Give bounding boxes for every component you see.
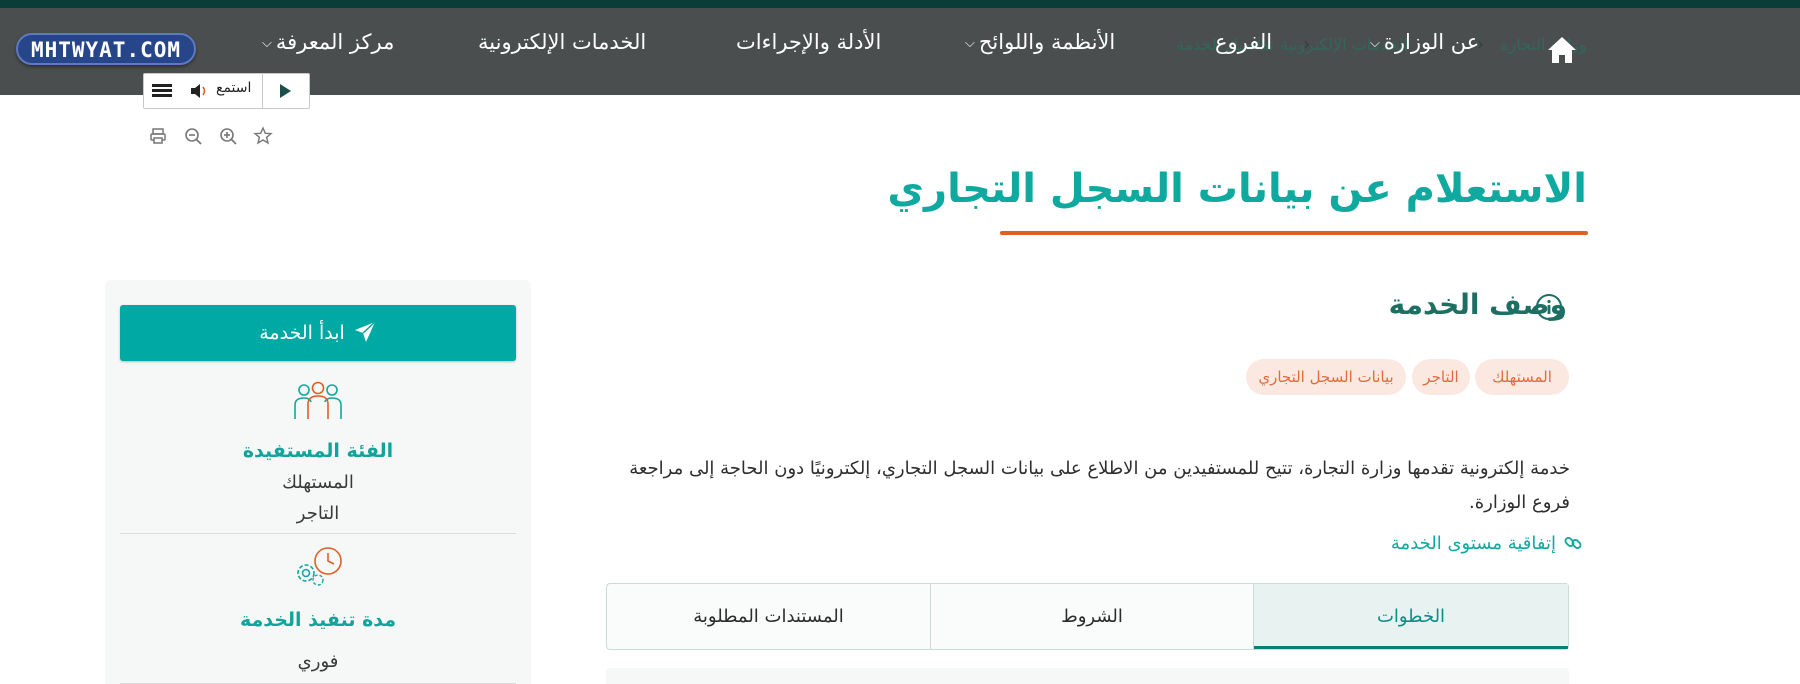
star-icon[interactable] xyxy=(253,126,273,146)
beneficiary-merchant: التاجر xyxy=(296,503,340,524)
chevron-down-icon: ⌵ xyxy=(1370,36,1380,51)
listen-button[interactable]: استمع xyxy=(216,80,251,96)
tab-steps[interactable]: الخطوات xyxy=(1254,584,1568,649)
nav-about-ministry-label: عن الوزارة xyxy=(1383,30,1480,54)
nav-branches[interactable]: الفروع xyxy=(1215,30,1272,54)
nav-branches-label: الفروع xyxy=(1215,30,1273,54)
nav-regulations[interactable]: الأنظمة واللوائح⌵ xyxy=(965,30,1115,54)
nav-knowledge-center[interactable]: مركز المعرفة⌵ xyxy=(262,30,394,54)
beneficiary-consumer: المستهلك xyxy=(282,472,354,493)
top-accent-line xyxy=(0,0,1800,8)
tab-divider xyxy=(930,584,931,649)
zoom-out-icon[interactable] xyxy=(183,126,203,146)
service-description-text: خدمة إلكترونية تقدمها وزارة التجارة، تتي… xyxy=(629,458,1570,513)
site-logo[interactable]: MHTWYAT.COM xyxy=(16,33,196,65)
title-underline xyxy=(1000,231,1588,235)
chevron-down-icon: ⌵ xyxy=(262,36,272,51)
link-icon xyxy=(1564,537,1582,549)
tag-merchant: التاجر xyxy=(1412,359,1470,395)
tab-required-documents[interactable]: المستندات المطلوبة xyxy=(607,584,930,649)
time-gear-icon xyxy=(297,547,342,586)
nav-eservices-label: الخدمات الإلكترونية xyxy=(478,30,647,54)
speaker-icon xyxy=(191,84,206,98)
users-group-icon xyxy=(294,381,342,419)
zoom-in-icon[interactable] xyxy=(218,126,238,146)
breadcrumb-separator: › xyxy=(1303,34,1311,55)
sla-link[interactable]: إتفاقية مستوى الخدمة xyxy=(1391,533,1582,554)
sidebar-divider xyxy=(120,533,516,534)
print-icon[interactable] xyxy=(148,126,168,146)
beneficiary-heading: الفئة المستفيدة xyxy=(242,440,394,462)
start-service-label: ابدأ الخدمة xyxy=(259,322,345,344)
tab-content-panel xyxy=(606,668,1569,684)
duration-heading: مدة تنفيذ الخدمة xyxy=(239,609,397,631)
toolbar-divider xyxy=(262,74,263,108)
play-icon[interactable] xyxy=(280,84,291,98)
start-service-button[interactable]: ابدأ الخدمة xyxy=(120,305,516,361)
info-icon xyxy=(1536,294,1562,320)
tag-consumer: المستهلك xyxy=(1475,359,1569,395)
nav-guides[interactable]: الأدلة والإجراءات xyxy=(736,30,881,54)
nav-eservices[interactable]: الخدمات الإلكترونية xyxy=(478,30,646,54)
tab-conditions[interactable]: الشروط xyxy=(931,584,1253,649)
read-aloud-toolbar: استمع xyxy=(143,73,310,109)
sla-link-label: إتفاقية مستوى الخدمة xyxy=(1390,533,1556,554)
send-icon xyxy=(354,321,376,342)
nav-knowledge-center-label: مركز المعرفة xyxy=(275,30,395,54)
menu-icon[interactable] xyxy=(152,84,172,98)
duration-value: فوري xyxy=(297,651,339,672)
tag-commercial-register: بيانات السجل التجاري xyxy=(1246,359,1406,395)
chevron-down-icon: ⌵ xyxy=(965,36,975,51)
page-title: الاستعلام عن بيانات السجل التجاري xyxy=(887,166,1587,212)
nav-guides-label: الأدلة والإجراءات xyxy=(736,30,882,54)
tab-divider xyxy=(1253,584,1254,649)
site-logo-text: MHTWYAT.COM xyxy=(30,38,182,62)
service-tabs: الخطوات الشروط المستندات المطلوبة xyxy=(606,583,1569,650)
home-icon[interactable] xyxy=(1546,35,1578,65)
nav-regulations-label: الأنظمة واللوائح xyxy=(978,30,1116,54)
nav-about-ministry[interactable]: عن الوزارة⌵ xyxy=(1370,30,1479,54)
